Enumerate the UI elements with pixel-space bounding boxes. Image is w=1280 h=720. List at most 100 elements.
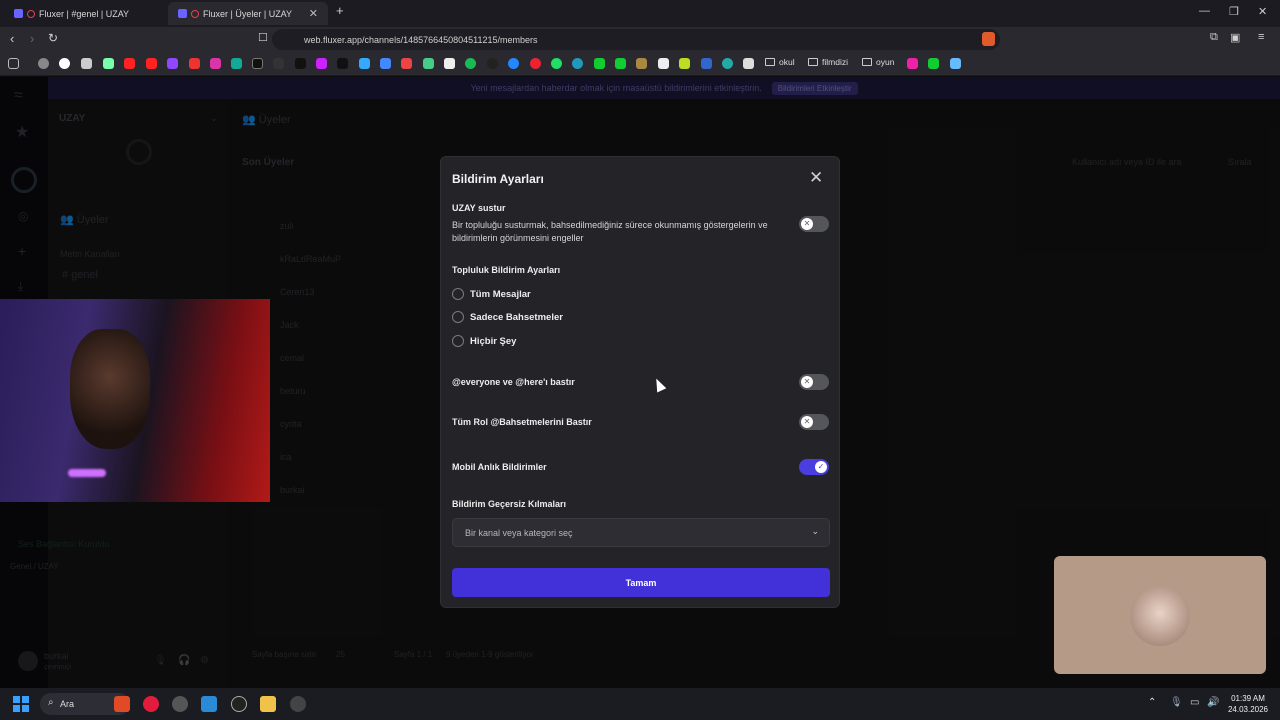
close-icon[interactable]: ✕ [809, 168, 823, 188]
close-tab-icon[interactable]: ✕ [309, 7, 318, 20]
brave-shield-icon[interactable] [982, 32, 995, 46]
taskbar-clock[interactable]: 01:39 AM 24.03.2026 [1222, 693, 1274, 715]
telegram-icon[interactable] [572, 58, 583, 69]
maximize-button[interactable]: ❐ [1229, 5, 1239, 18]
bookmark-icon[interactable] [401, 58, 412, 69]
sidebar-icon[interactable]: ▣ [1230, 31, 1240, 44]
bookmark-icon[interactable] [444, 58, 455, 69]
bookmark-icon[interactable] [679, 58, 690, 69]
drive-icon[interactable] [423, 58, 434, 69]
bookmark-icon[interactable] [337, 58, 348, 69]
community-settings-heading: Topluluk Bildirim Ayarları [452, 265, 561, 275]
twitch-icon[interactable] [167, 58, 178, 69]
search-icon: ⌕ [48, 697, 54, 708]
bookmark-folder-okul[interactable]: okul [765, 57, 795, 67]
bookmark-icon[interactable] [743, 58, 754, 69]
bookmark-icon[interactable] [658, 58, 669, 69]
bookmark-icon[interactable] [316, 58, 327, 69]
folder-label: okul [779, 57, 795, 67]
file-explorer-icon[interactable] [260, 696, 276, 712]
bookmark-icon[interactable]: ☐ [258, 31, 268, 44]
instagram-icon[interactable] [210, 58, 221, 69]
suppress-roles-label: Tüm Rol @Bahsetmelerini Bastır [452, 417, 592, 427]
bookmark-icon[interactable] [189, 58, 200, 69]
bookmark-icon[interactable] [103, 58, 114, 69]
bookmark-icon[interactable] [81, 58, 92, 69]
app-icon[interactable] [231, 696, 247, 712]
photos-icon[interactable] [201, 696, 217, 712]
bookmark-icon[interactable] [487, 58, 498, 69]
bookmarks-bar: okul filmdizi oyun [0, 53, 1280, 76]
bookmark-icon[interactable] [508, 58, 519, 69]
override-channel-select[interactable]: Bir kanal veya kategori seç ⌄ [452, 518, 830, 547]
bookmark-icon[interactable] [359, 58, 370, 69]
app-icon[interactable] [290, 696, 306, 712]
address-bar[interactable]: web.fluxer.app/channels/1485766450804511… [272, 29, 1000, 50]
tray-chevron-icon[interactable]: ⌃ [1148, 697, 1156, 708]
extensions-icon[interactable]: ⧉ [1210, 31, 1218, 44]
radio-all-messages[interactable]: Tüm Mesajlar [452, 288, 531, 300]
bookmark-folder-oyun[interactable]: oyun [862, 57, 894, 67]
back-button[interactable]: ‹ [10, 31, 14, 46]
folder-icon [862, 58, 872, 66]
minimize-button[interactable]: — [1199, 5, 1210, 17]
url-text: web.fluxer.app/channels/1485766450804511… [304, 34, 538, 45]
mobile-push-toggle[interactable]: ✓ [799, 459, 829, 475]
microphone-icon[interactable]: 🎙 [1170, 697, 1183, 708]
browser-tab[interactable]: Fluxer | #genel | UZAY [4, 2, 164, 25]
volume-icon[interactable]: 🔊 [1207, 697, 1219, 708]
clock-date: 24.03.2026 [1227, 705, 1269, 714]
webcam-glow [68, 469, 106, 477]
windows-taskbar: ⌕ Ara ⌃ 🎙 ▭ 🔊 01:39 AM 24.03.2026 [0, 688, 1280, 720]
bookmark-icon[interactable] [907, 58, 918, 69]
browser-tab-active[interactable]: Fluxer | Üyeler | UZAY ✕ [168, 2, 328, 25]
spotify-icon[interactable] [465, 58, 476, 69]
tiktok-icon[interactable] [295, 58, 306, 69]
windows-start-icon[interactable] [13, 696, 29, 712]
bookmark-icon[interactable] [636, 58, 647, 69]
reload-button[interactable]: ↻ [48, 31, 58, 45]
whatsapp-icon[interactable] [551, 58, 562, 69]
webcam-overlay [0, 299, 270, 502]
ok-button[interactable]: Tamam [452, 568, 830, 597]
folder-icon [808, 58, 818, 66]
suppress-everyone-label: @everyone ve @here'ı bastır [452, 377, 575, 387]
app-icon[interactable] [172, 696, 188, 712]
bookmark-icon[interactable] [701, 58, 712, 69]
youtube-icon[interactable] [124, 58, 135, 69]
folder-label: filmdizi [822, 57, 848, 67]
apps-icon[interactable] [8, 58, 19, 69]
bookmark-icon[interactable] [615, 58, 626, 69]
new-tab-button[interactable]: + [336, 3, 344, 18]
picture-in-picture-camera [1054, 556, 1266, 674]
suppress-everyone-toggle[interactable]: ✕ [799, 374, 829, 390]
mute-toggle[interactable]: ✕ [799, 216, 829, 232]
bookmark-icon[interactable] [950, 58, 961, 69]
media-player-icon[interactable] [143, 696, 159, 712]
mobile-push-label: Mobil Anlık Bildirimler [452, 462, 547, 472]
mute-description: Bir topluluğu susturmak, bahsedilmediğin… [452, 220, 768, 243]
bookmark-folder-filmdizi[interactable]: filmdizi [808, 57, 848, 67]
forward-button[interactable]: › [30, 31, 34, 46]
bookmark-icon[interactable] [928, 58, 939, 69]
bookmark-icon[interactable] [273, 58, 284, 69]
brave-icon[interactable] [114, 696, 130, 712]
fluxer-favicon-icon [14, 9, 23, 18]
bookmark-icon[interactable] [722, 58, 733, 69]
bookmark-icon[interactable] [530, 58, 541, 69]
suppress-roles-toggle[interactable]: ✕ [799, 414, 829, 430]
bookmark-icon[interactable] [231, 58, 242, 69]
bookmark-icon[interactable] [594, 58, 605, 69]
bookmark-icon[interactable] [380, 58, 391, 69]
google-icon[interactable] [59, 58, 70, 69]
close-window-button[interactable]: ✕ [1258, 5, 1267, 18]
tab-title: Fluxer | #genel | UZAY [39, 8, 130, 19]
menu-icon[interactable]: ≡ [1258, 31, 1264, 43]
mute-label: UZAY sustur [452, 203, 506, 213]
bookmark-icon[interactable] [38, 58, 49, 69]
radio-nothing[interactable]: Hiçbir Şey [452, 335, 516, 347]
x-icon[interactable] [252, 58, 263, 69]
display-icon[interactable]: ▭ [1190, 697, 1199, 708]
radio-mentions-only[interactable]: Sadece Bahsetmeler [452, 311, 563, 323]
youtube-icon[interactable] [146, 58, 157, 69]
